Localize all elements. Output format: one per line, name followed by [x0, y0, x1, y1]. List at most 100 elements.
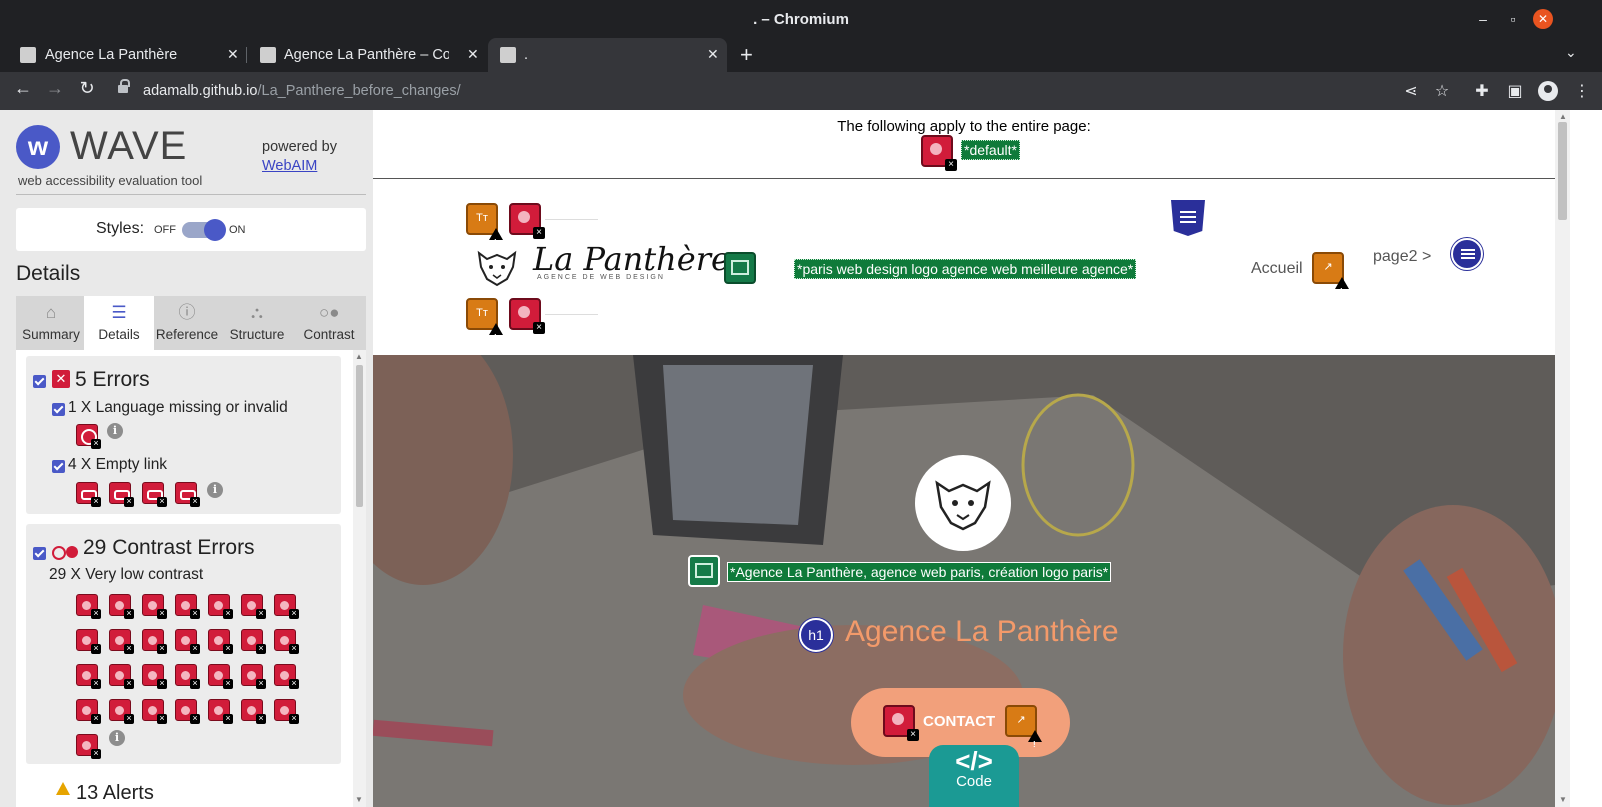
contrast-error-icon[interactable] — [76, 734, 101, 759]
scroll-thumb[interactable] — [1558, 122, 1567, 220]
contrast-error-icon[interactable] — [175, 664, 200, 689]
close-window-icon[interactable]: ✕ — [1533, 9, 1553, 29]
h1-heading-icon[interactable]: h1 — [799, 618, 833, 652]
contrast-error-icon[interactable]: × — [509, 298, 545, 334]
contrast-error-icon[interactable] — [274, 594, 299, 619]
scroll-up-icon[interactable]: ▲ — [1559, 112, 1567, 121]
redundant-link-alert-icon[interactable]: ↗ — [1312, 252, 1349, 305]
empty-link-icon[interactable] — [76, 482, 101, 507]
contrast-error-icon[interactable] — [175, 629, 200, 654]
contrast-error-icon[interactable] — [109, 594, 134, 619]
info-icon[interactable]: i — [207, 482, 223, 498]
errors-checkbox[interactable] — [33, 375, 46, 388]
nav-page2-link[interactable]: page2 > — [1373, 248, 1431, 266]
contrast-error-icon[interactable] — [109, 664, 134, 689]
unordered-list-icon[interactable] — [1451, 238, 1483, 270]
contrast-error-icon[interactable] — [208, 699, 233, 724]
scroll-down-icon[interactable]: ▼ — [355, 795, 363, 804]
address-bar[interactable]: adamalb.github.io/La_Panthere_before_cha… — [110, 76, 1390, 106]
styles-off-label: OFF — [154, 224, 176, 236]
language-error-icon[interactable] — [76, 424, 101, 449]
nav-home-link[interactable]: Accueil — [1251, 260, 1303, 278]
language-error-icon[interactable]: × — [921, 135, 957, 171]
forward-icon[interactable]: → — [44, 78, 66, 99]
contrast-error-icon[interactable] — [142, 699, 167, 724]
image-alt-icon[interactable] — [688, 555, 720, 587]
scroll-down-icon[interactable]: ▼ — [1559, 795, 1567, 804]
tab-current[interactable]: . ✕ — [488, 38, 727, 72]
tab-agence-contact[interactable]: Agence La Panthère – Con ✕ — [247, 38, 487, 72]
page-scrollbar[interactable]: ▲ ▼ — [1555, 110, 1570, 807]
contrast-error-icon[interactable] — [109, 699, 134, 724]
tab-close-icon[interactable]: ✕ — [467, 46, 479, 63]
contrast-error-icon[interactable] — [274, 699, 299, 724]
tab-contrast[interactable]: ○● Contrast — [292, 296, 366, 350]
tab-reference[interactable]: ⓘ Reference — [152, 296, 222, 350]
contrast-error-icon[interactable] — [76, 664, 101, 689]
contrast-error-icon[interactable]: × — [883, 705, 919, 741]
info-icon[interactable]: i — [109, 730, 125, 746]
tab-summary[interactable]: ⌂ Summary — [16, 296, 86, 350]
contrast-error-icon[interactable] — [208, 664, 233, 689]
tab-close-icon[interactable]: ✕ — [227, 46, 239, 63]
contrast-error-icon[interactable] — [274, 664, 299, 689]
side-panel-icon[interactable]: ▣ — [1505, 81, 1525, 101]
contrast-checkbox[interactable] — [33, 547, 46, 560]
contrast-error-icon[interactable] — [76, 699, 101, 724]
contrast-error-icon[interactable] — [109, 629, 134, 654]
language-checkbox[interactable] — [52, 403, 65, 416]
image-alt-icon[interactable] — [724, 252, 756, 284]
empty-link-icon[interactable] — [142, 482, 167, 507]
browser-toolbar: ← → ↻ adamalb.github.io/La_Panthere_befo… — [0, 72, 1602, 110]
css-structure-icon[interactable] — [1171, 200, 1205, 236]
contrast-error-icon[interactable] — [175, 594, 200, 619]
text-size-alert-icon[interactable]: Tт — [466, 203, 503, 256]
tab-search-chevron-icon[interactable]: ⌄ — [1565, 44, 1577, 61]
image-glyph — [731, 260, 749, 275]
powered-by-text: powered by — [262, 139, 337, 155]
bookmark-star-icon[interactable]: ☆ — [1432, 81, 1452, 101]
empty-link-icon[interactable] — [109, 482, 134, 507]
contrast-error-icon[interactable] — [142, 629, 167, 654]
wave-logo-icon: w — [16, 125, 60, 169]
reload-icon[interactable]: ↻ — [76, 78, 98, 99]
contrast-error-icon[interactable] — [208, 629, 233, 654]
contrast-error-icon[interactable] — [76, 629, 101, 654]
minimize-icon[interactable]: – — [1473, 9, 1493, 29]
empty-link-checkbox[interactable] — [52, 460, 65, 473]
extensions-puzzle-icon[interactable]: ✚ — [1472, 81, 1492, 101]
wave-code-toggle[interactable]: </> Code — [929, 745, 1019, 807]
redundant-link-alert-icon[interactable]: ↗ — [1005, 705, 1042, 758]
contrast-error-icon[interactable] — [241, 629, 266, 654]
tab-details[interactable]: ☰ Details — [84, 296, 154, 350]
tab-agence[interactable]: Agence La Panthère ✕ — [0, 38, 245, 72]
error-x-icon: ✕ — [52, 370, 70, 388]
contrast-error-icon[interactable] — [208, 594, 233, 619]
code-icon: </> — [955, 746, 993, 776]
tab-structure[interactable]: ⛬ Structure — [222, 296, 292, 350]
tab-close-icon[interactable]: ✕ — [707, 46, 719, 63]
contrast-error-icon[interactable] — [76, 594, 101, 619]
contrast-error-icon[interactable] — [241, 699, 266, 724]
styles-toggle[interactable] — [182, 219, 226, 241]
scroll-thumb[interactable] — [356, 365, 363, 507]
contrast-error-icon[interactable] — [175, 699, 200, 724]
info-icon[interactable]: i — [107, 423, 123, 439]
contrast-error-icon[interactable] — [142, 664, 167, 689]
text-size-alert-icon[interactable]: Tт — [466, 298, 503, 351]
contrast-error-icon[interactable] — [142, 594, 167, 619]
webaim-link[interactable]: WebAIM — [262, 158, 317, 174]
menu-kebab-icon[interactable]: ⋮ — [1572, 81, 1592, 101]
panel-scrollbar[interactable]: ▲ ▼ — [353, 350, 366, 807]
contrast-error-icon[interactable]: × — [509, 203, 545, 239]
scroll-up-icon[interactable]: ▲ — [355, 352, 363, 361]
share-icon[interactable]: ⋖ — [1401, 81, 1421, 101]
new-tab-icon[interactable]: + — [740, 42, 753, 68]
maximize-icon[interactable]: ▫ — [1503, 9, 1523, 29]
empty-link-icon[interactable] — [175, 482, 200, 507]
contrast-error-icon[interactable] — [241, 594, 266, 619]
profile-avatar-icon[interactable] — [1538, 81, 1558, 101]
contrast-error-icon[interactable] — [274, 629, 299, 654]
back-icon[interactable]: ← — [12, 78, 34, 99]
contrast-error-icon[interactable] — [241, 664, 266, 689]
